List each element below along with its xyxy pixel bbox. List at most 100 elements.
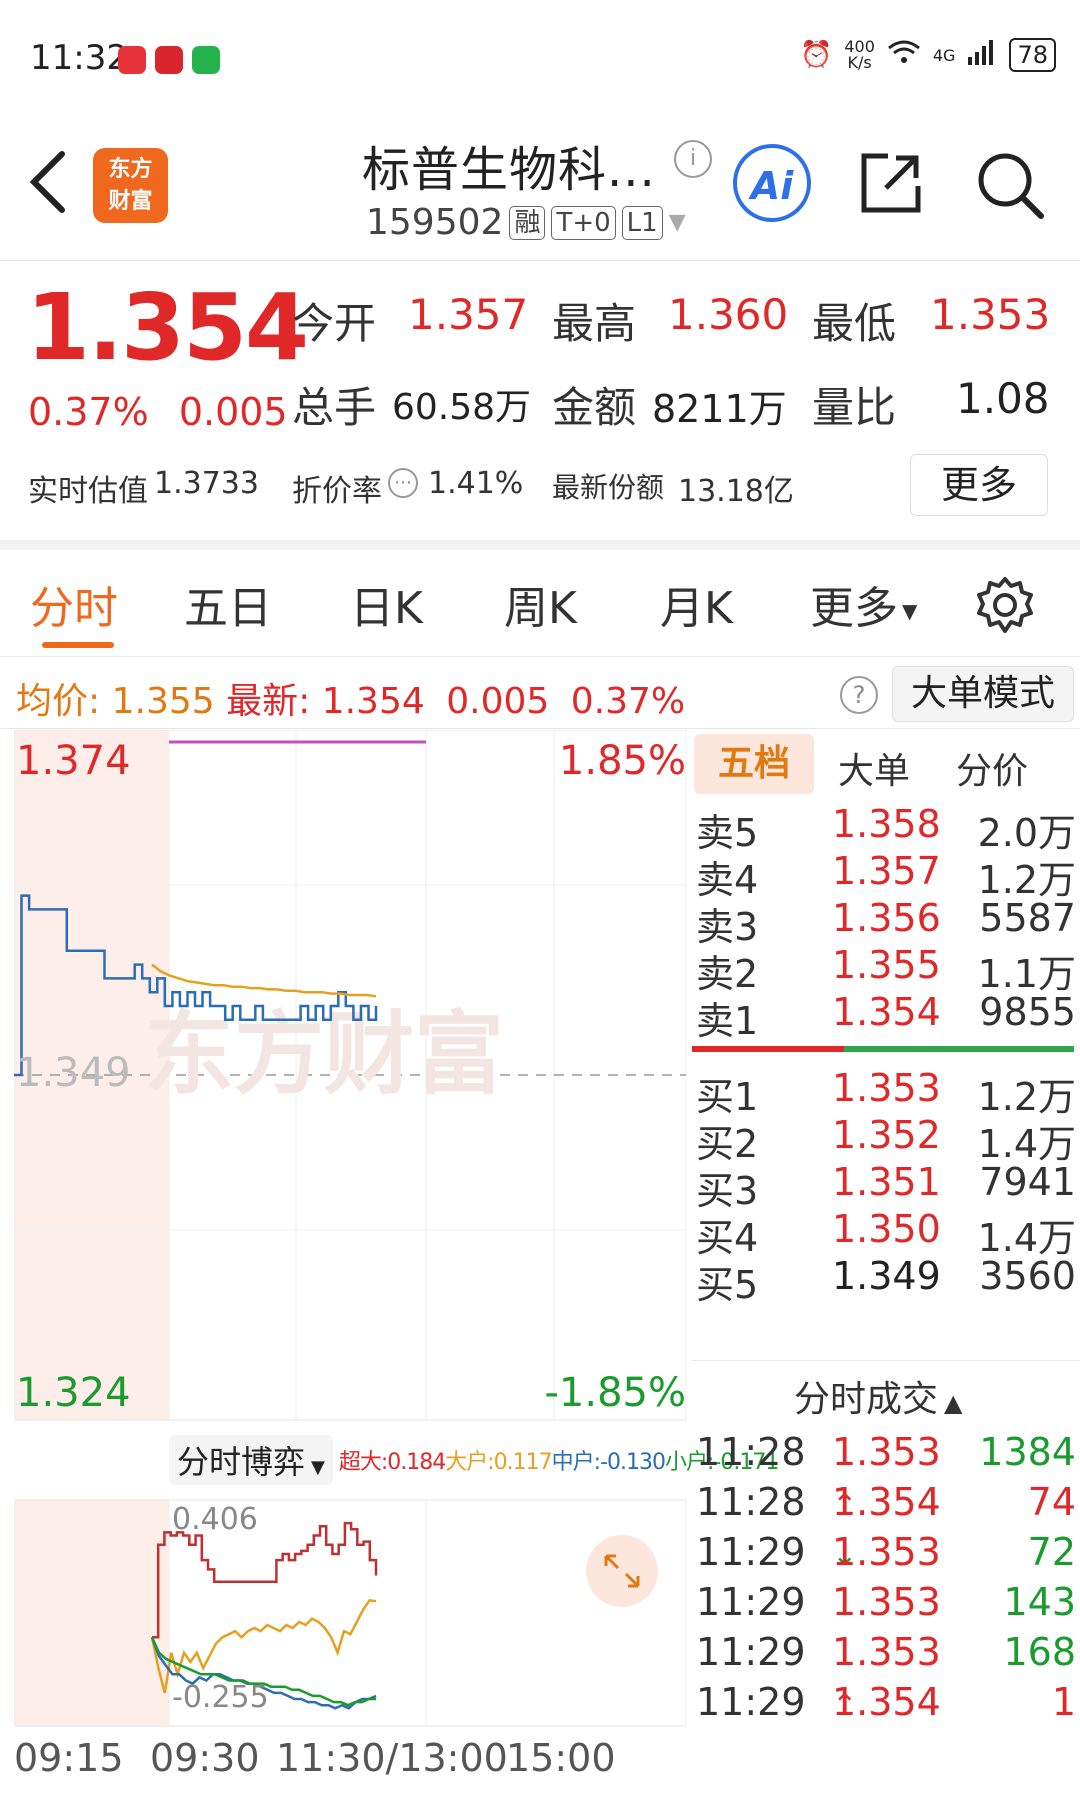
high-label: 最高 [552, 299, 637, 348]
trade-volume: 168 [1003, 1630, 1076, 1674]
trades-collapse-icon: ▲ [944, 1389, 963, 1417]
bid-volume: 7941 [979, 1160, 1076, 1204]
trade-price-value: 1.354 [832, 1680, 941, 1724]
big-order-mode-button[interactable]: 大单模式 [892, 666, 1074, 722]
ask-row: 卖5 1.358 2.0万 [692, 802, 1080, 855]
sub-y-top-label: 0.406 [172, 1502, 258, 1537]
pct-top-label: 1.85% [558, 738, 686, 784]
super-large-line [152, 1521, 378, 1639]
trade-row: 11:29 1.354 ↑ 1 [692, 1680, 1080, 1730]
sub-chart-header: 分时博弈 ▼ 超大:0.184大户:0.117中户:-0.130小户:-0.171 [169, 1430, 779, 1490]
trade-time: 11:29 [696, 1630, 806, 1674]
ask-row: 卖1 1.354 9855 [692, 990, 1080, 1043]
avg-label: 均价: [16, 681, 101, 722]
y-mid-label: 1.349 [16, 1050, 131, 1096]
tab-five-day[interactable]: 五日 [184, 572, 272, 636]
low-label: 最低 [812, 299, 897, 348]
sub-pre-market-shade [14, 1500, 169, 1726]
quote-panel: 1.354 0.37% 0.005 今开 1.357 最高 1.360 最低 1… [0, 262, 1080, 550]
legend-super: 超大:0.184 [338, 1450, 446, 1475]
net-speed: 400 K/s [844, 39, 875, 71]
bid-volume: 3560 [979, 1254, 1076, 1298]
info-icon[interactable]: i [674, 140, 712, 178]
bid-price: 1.352 [832, 1113, 941, 1157]
back-chevron-icon[interactable] [28, 150, 68, 224]
bid-price: 1.353 [832, 1066, 941, 1110]
tab-five-levels[interactable]: 五档 [694, 734, 814, 794]
trades-header[interactable]: 分时成交 ▲ [794, 1370, 962, 1422]
trade-time: 11:28 [696, 1430, 806, 1474]
stock-code-row[interactable]: 159502 融 T+0 L1 ▼ [366, 202, 686, 243]
book-divider [692, 1360, 1080, 1361]
discount-info-icon[interactable]: ⋯ [388, 468, 418, 498]
tab-monthly-k[interactable]: 月K [660, 572, 733, 636]
tab-intraday[interactable]: 分时 [30, 572, 118, 636]
change-pct: 0.37% [28, 390, 149, 434]
game-selector-label: 分时博弈 [177, 1443, 306, 1481]
legend-large: 大户:0.117 [445, 1450, 552, 1475]
eastmoney-logo: 东方 财富 [93, 148, 168, 223]
share-icon[interactable] [858, 150, 924, 216]
status-time: 11:32 [30, 38, 128, 78]
ai-assistant-icon[interactable]: Ai [733, 144, 811, 222]
trade-row: 11:29 1.353 168 [692, 1630, 1080, 1680]
avg-value: 1.355 [111, 681, 215, 722]
trade-price-value: 1.353 [832, 1630, 941, 1674]
stock-header: 东方 财富 标普生物科... i 159502 融 T+0 L1 ▼ Ai [0, 110, 1080, 261]
pct-bottom-label: -1.85% [544, 1370, 686, 1416]
expand-button-bg[interactable] [586, 1535, 658, 1607]
high-value: 1.360 [668, 290, 789, 339]
amount-value: 8211万 [652, 387, 787, 431]
amount-label: 金额 [552, 383, 637, 432]
help-icon[interactable]: ? [840, 676, 878, 714]
shares-value: 13.18亿 [678, 474, 794, 509]
bid-row: 买2 1.352 1.4万 [692, 1113, 1080, 1166]
trade-price: 1.354 ↑ [832, 1480, 941, 1524]
discount-value: 1.41% [428, 466, 524, 501]
sub-y-bottom-label: -0.255 [172, 1680, 269, 1715]
y-bottom-label: 1.324 [16, 1370, 131, 1416]
tag-margin: 融 [509, 205, 546, 240]
ask-label: 卖1 [696, 999, 759, 1043]
settings-gear-icon[interactable] [976, 576, 1034, 638]
latest-value: 1.354 [321, 681, 425, 722]
ask-price: 1.354 [832, 990, 941, 1034]
intraday-chart[interactable]: 东方财富 1.374 1.349 1.324 1.85% -1.85% 分时博弈… [13, 729, 779, 1796]
game-selector[interactable]: 分时博弈 ▼ [169, 1435, 333, 1485]
trade-row: 11:29 1.353 143 [692, 1580, 1080, 1630]
search-icon[interactable] [975, 150, 1045, 220]
intraday-chart-svg: 东方财富 [13, 729, 687, 1727]
trade-volume: 1 [1051, 1680, 1076, 1724]
trade-time: 11:29 [696, 1680, 806, 1724]
tab-weekly-k[interactable]: 周K [504, 572, 577, 636]
trade-price: 1.353 ↓ [832, 1530, 941, 1574]
volume-value: 60.58万 [392, 387, 532, 428]
trade-price-value: 1.353 [832, 1530, 941, 1574]
trade-row: 11:28 1.354 ↑ 74 [692, 1480, 1080, 1530]
tab-price-dist[interactable]: 分价 [956, 742, 1028, 794]
stock-title[interactable]: 标普生物科... [362, 130, 656, 200]
trade-price-value: 1.353 [832, 1580, 941, 1624]
tab-daily-k[interactable]: 日K [350, 572, 423, 636]
low-value: 1.353 [930, 290, 1051, 339]
tab-big-orders[interactable]: 大单 [838, 742, 910, 794]
wifi-icon [887, 39, 921, 72]
volume-label: 总手 [292, 383, 377, 432]
logo-text-top: 东方 [108, 157, 153, 182]
trade-time: 11:28 [696, 1480, 806, 1524]
tab-more[interactable]: 更多 ▼ [810, 572, 917, 636]
x-tick-0915: 09:15 [14, 1736, 124, 1780]
period-tabs: 分时 五日 日K 周K 月K 更多 ▼ [0, 550, 1080, 657]
ask-row: 卖2 1.355 1.1万 [692, 943, 1080, 996]
net-speed-unit: K/s [847, 53, 872, 72]
trade-time: 11:29 [696, 1580, 806, 1624]
more-quote-button[interactable]: 更多 [910, 454, 1048, 516]
ask-row: 卖4 1.357 1.2万 [692, 849, 1080, 902]
bid-row: 买1 1.353 1.2万 [692, 1066, 1080, 1119]
news-app-icon [155, 46, 183, 74]
y-top-label: 1.374 [16, 738, 131, 784]
status-right: ⏰ 400 K/s 4G 78 [800, 38, 1056, 72]
avg-price-bar: 均价: 1.355 最新: 1.354 0.005 0.37% ? 大单模式 [0, 658, 1080, 729]
price-change: 0.37% 0.005 [28, 390, 288, 434]
bid-label: 买5 [696, 1263, 759, 1307]
